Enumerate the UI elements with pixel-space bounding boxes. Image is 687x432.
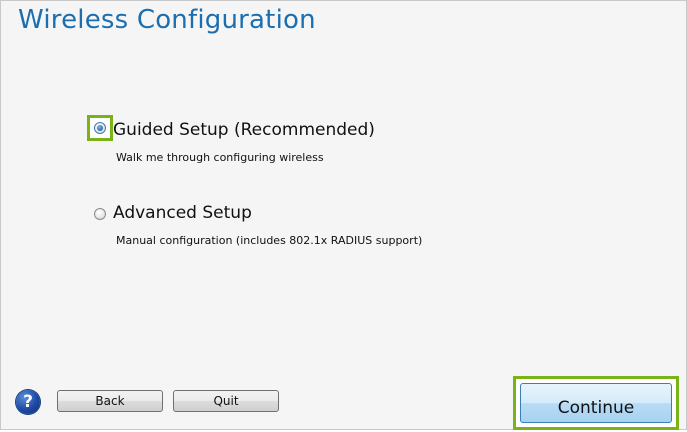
back-button[interactable]: Back xyxy=(57,390,163,412)
wireless-config-window: Wireless Configuration Guided Setup (Rec… xyxy=(0,0,687,430)
continue-highlight: Continue xyxy=(513,376,679,430)
guided-setup-description: Walk me through configuring wireless xyxy=(116,151,324,164)
advanced-radio-wrap xyxy=(91,202,113,224)
advanced-setup-radio[interactable] xyxy=(94,208,106,220)
guided-setup-radio[interactable] xyxy=(94,122,106,134)
guided-radio-highlight xyxy=(87,115,113,141)
continue-button[interactable]: Continue xyxy=(520,383,672,423)
guided-setup-label[interactable]: Guided Setup (Recommended) xyxy=(113,120,375,140)
radio-selected-dot xyxy=(97,125,103,131)
advanced-setup-label[interactable]: Advanced Setup xyxy=(113,203,252,223)
advanced-setup-description: Manual configuration (includes 802.1x RA… xyxy=(116,234,423,247)
help-icon[interactable]: ? xyxy=(16,390,40,414)
quit-button[interactable]: Quit xyxy=(173,390,279,412)
page-title: Wireless Configuration xyxy=(18,5,316,35)
